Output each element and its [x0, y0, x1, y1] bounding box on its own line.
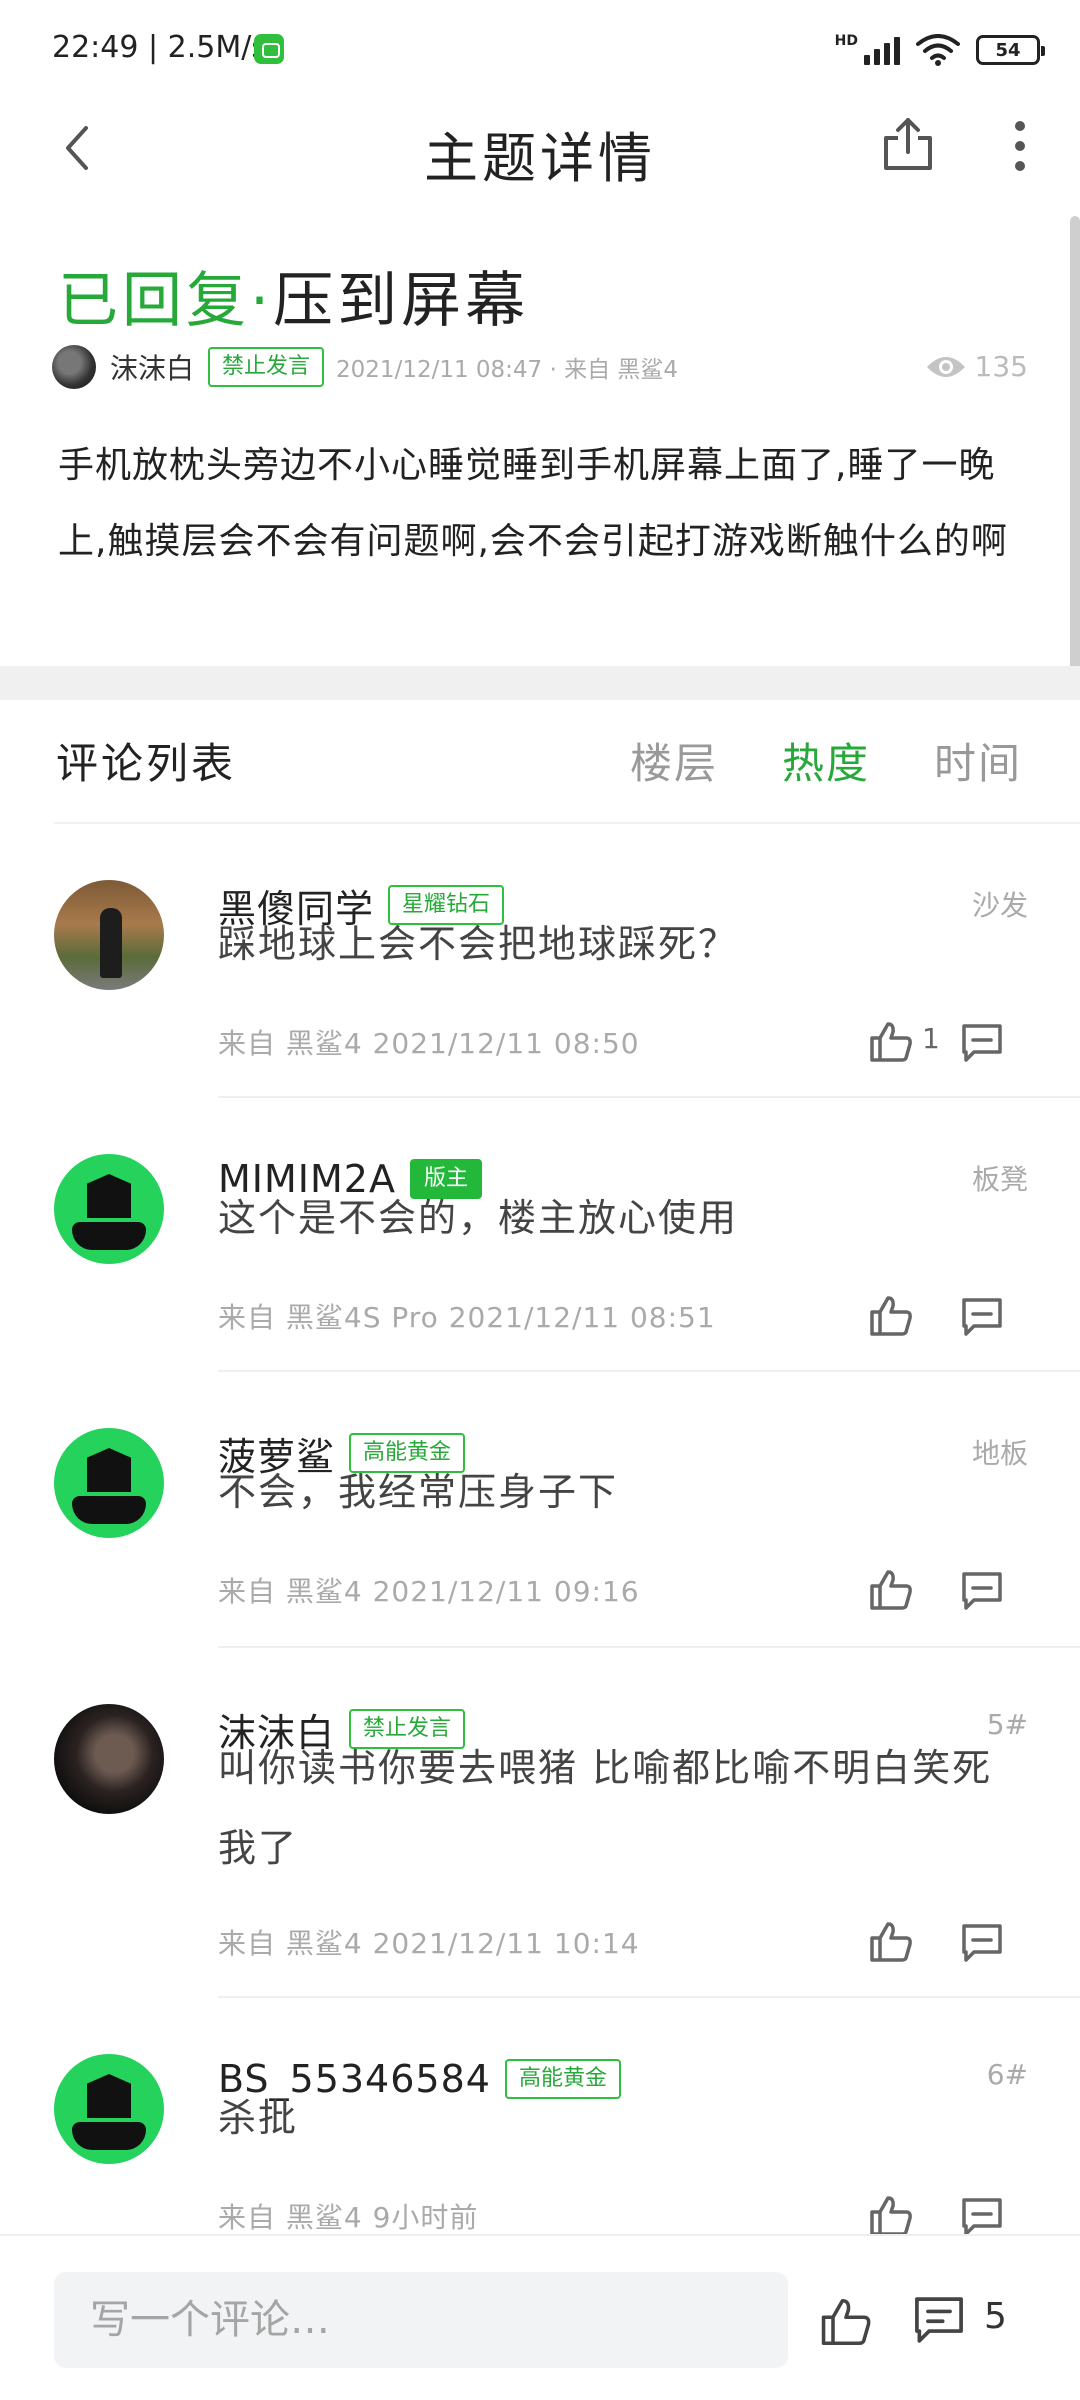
section-divider — [0, 666, 1080, 700]
avatar[interactable] — [54, 1428, 164, 1538]
reply-icon[interactable] — [960, 1022, 1004, 1064]
comment-meta: 来自 黑鲨4 9小时前 — [218, 2201, 479, 2234]
post-author-row: 沫沫白 禁止发言 2021/12/11 08:47 · 来自 黑鲨4 — [52, 342, 678, 392]
topic-detail-page: 22:49 | 2.5M/s HD 54 主题详情 已回复·压到屏幕 沫沫白 禁… — [0, 0, 1080, 2400]
list-item: 黑傻同学 星耀钻石 沙发 踩地球上会不会把地球踩死？ 来自 黑鲨4 2021/1… — [0, 870, 1080, 1140]
reply-icon[interactable] — [960, 1296, 1004, 1338]
tab-time[interactable]: 时间 — [934, 730, 1022, 791]
tab-floor[interactable]: 楼层 — [630, 730, 718, 791]
list-item: BS_55346584 高能黄金 6# 杀批 来自 黑鲨4 9小时前 — [0, 2044, 1080, 2234]
post-title: 已回复·压到屏幕 — [58, 252, 529, 339]
like-icon[interactable] — [868, 1294, 914, 1338]
comment-text: 叫你读书你要去喂猪 比喻都比喻不明白笑死我了 — [218, 1746, 993, 1870]
comment-text: 不会，我经常压身子下 — [218, 1470, 619, 1514]
divider — [218, 1370, 1080, 1372]
avatar[interactable] — [54, 880, 164, 990]
app-header: 主题详情 — [0, 100, 1080, 220]
comment-icon[interactable] — [912, 2294, 966, 2346]
like-icon[interactable] — [868, 1568, 914, 1612]
app-notification-icon — [254, 34, 284, 64]
comment-text: 这个是不会的，楼主放心使用 — [218, 1196, 739, 1240]
post-title-text: 压到屏幕 — [273, 266, 530, 336]
battery-icon: 54 — [976, 35, 1045, 65]
comment-input[interactable] — [54, 2272, 788, 2368]
status-bar: 22:49 | 2.5M/s HD 54 — [0, 0, 1080, 100]
hd-indicator: HD — [834, 33, 858, 49]
divider — [54, 822, 1080, 824]
list-item: 菠萝鲨 高能黄金 地板 不会，我经常压身子下 来自 黑鲨4 2021/12/11… — [0, 1418, 1080, 1688]
like-count: 1 — [922, 1022, 940, 1055]
comment-meta: 来自 黑鲨4 2021/12/11 09:16 — [218, 1575, 640, 1608]
avatar[interactable] — [52, 345, 96, 389]
divider — [218, 1646, 1080, 1648]
like-icon[interactable] — [868, 1920, 914, 1964]
view-count: 135 — [925, 350, 1028, 383]
eye-icon — [926, 356, 965, 377]
avatar[interactable] — [54, 2054, 164, 2164]
user-badge: 禁止发言 — [208, 347, 325, 387]
comment-meta: 来自 黑鲨4 2021/12/11 08:50 — [218, 1027, 640, 1060]
like-icon[interactable] — [818, 2296, 874, 2348]
sort-tabs: 楼层 热度 时间 — [630, 730, 1022, 791]
post-author-name[interactable]: 沫沫白 — [110, 347, 194, 387]
wifi-icon — [916, 34, 960, 66]
view-count-value: 135 — [974, 350, 1028, 383]
post-body: 手机放枕头旁边不小心睡觉睡到手机屏幕上面了,睡了一晚上,触摸层会不会有问题啊,会… — [58, 445, 1008, 562]
list-item: 沫沫白 禁止发言 5# 叫你读书你要去喂猪 比喻都比喻不明白笑死我了 来自 黑鲨… — [0, 1694, 1080, 2000]
divider — [218, 1996, 1080, 1998]
comment-text: 踩地球上会不会把地球踩死？ — [218, 922, 739, 966]
scrollbar[interactable] — [1070, 216, 1080, 686]
signal-icon — [864, 35, 900, 65]
reply-icon[interactable] — [960, 1570, 1004, 1612]
bottom-comment-bar: 5 — [0, 2234, 1080, 2400]
like-icon[interactable] — [868, 2194, 914, 2234]
post-reply-status: 已回复· — [58, 266, 274, 336]
comment-text: 杀批 — [218, 2096, 299, 2140]
comment-list-title: 评论列表 — [56, 739, 237, 788]
tab-hot[interactable]: 热度 — [782, 730, 870, 791]
comment-meta: 来自 黑鲨4S Pro 2021/12/11 08:51 — [218, 1301, 716, 1334]
post-meta: 2021/12/11 08:47 · 来自 黑鲨4 — [336, 357, 679, 383]
reply-icon[interactable] — [960, 2196, 1004, 2234]
more-icon[interactable] — [1004, 118, 1036, 174]
share-icon[interactable] — [878, 114, 938, 174]
avatar[interactable] — [54, 1154, 164, 1264]
list-item: MIMIM2A 版主 板凳 这个是不会的，楼主放心使用 来自 黑鲨4S Pro … — [0, 1144, 1080, 1416]
reply-icon[interactable] — [960, 1922, 1004, 1964]
status-time: 22:49 | 2.5M/s — [52, 30, 267, 65]
divider — [218, 1096, 1080, 1098]
like-icon[interactable] — [868, 1020, 914, 1064]
status-indicators: HD 54 — [834, 30, 1045, 70]
comment-count: 5 — [984, 2296, 1007, 2337]
avatar[interactable] — [54, 1704, 164, 1814]
comment-meta: 来自 黑鲨4 2021/12/11 10:14 — [218, 1927, 640, 1960]
